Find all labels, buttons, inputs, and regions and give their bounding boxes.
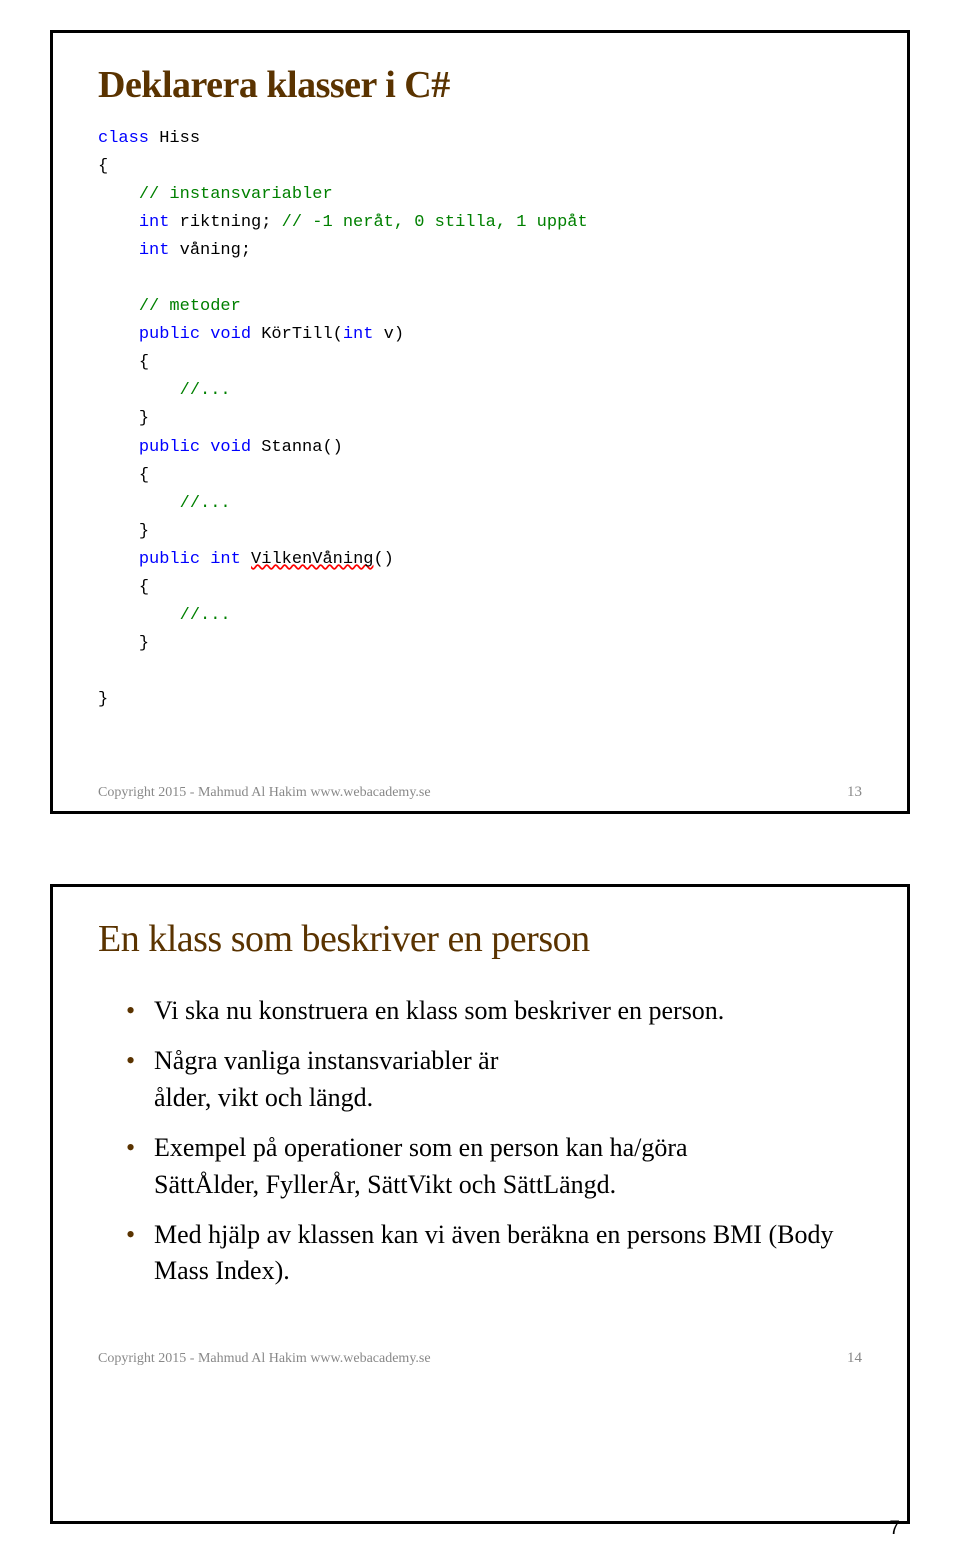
bullet-item: Vi ska nu konstruera en klass som beskri… [126, 993, 862, 1029]
slide-2-footer: Copyright 2015 - Mahmud Al Hakim www.web… [98, 1350, 862, 1367]
slide-1-copyright: Copyright 2015 - Mahmud Al Hakim www.web… [98, 785, 431, 801]
slide-1-pagenum: 13 [847, 784, 862, 801]
bullet-item: Några vanliga instansvariabler ärålder, … [126, 1043, 862, 1116]
slide-2: En klass som beskriver en person Vi ska … [50, 884, 910, 1524]
slide-2-title: En klass som beskriver en person [98, 917, 862, 961]
slide-1: Deklarera klasser i C# class Hiss { // i… [50, 30, 910, 814]
slide-2-bullets: Vi ska nu konstruera en klass som beskri… [98, 993, 862, 1290]
code-block: class Hiss { // instansvariabler int rik… [98, 125, 862, 714]
slide-2-pagenum: 14 [847, 1350, 862, 1367]
slide-1-footer: Copyright 2015 - Mahmud Al Hakim www.web… [98, 784, 862, 801]
outer-page-number: 7 [889, 1518, 900, 1540]
bullet-item: Med hjälp av klassen kan vi även beräkna… [126, 1217, 862, 1290]
slide-1-title: Deklarera klasser i C# [98, 63, 862, 107]
slide-2-copyright: Copyright 2015 - Mahmud Al Hakim www.web… [98, 1351, 431, 1367]
bullet-item: Exempel på operationer som en person kan… [126, 1130, 862, 1203]
